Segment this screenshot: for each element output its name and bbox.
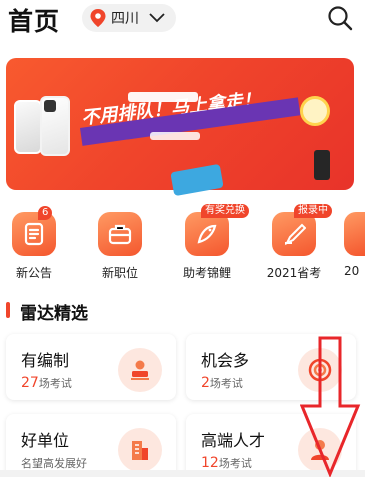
card-unit: 场考试 bbox=[38, 377, 72, 390]
section-accent-bar bbox=[6, 302, 10, 318]
more-icon bbox=[344, 212, 365, 256]
location-selector[interactable]: 四川 bbox=[82, 4, 176, 32]
quick-entry-label: 新职位 bbox=[101, 266, 138, 280]
card-unit: 场考试 bbox=[209, 377, 243, 390]
card-count: 12 bbox=[201, 455, 219, 471]
quick-entry-koi[interactable]: 有奖兑换 助考锦鲤 bbox=[177, 204, 249, 281]
radar-card-good-employer[interactable]: 好单位 名望高发展好 bbox=[6, 414, 176, 477]
card-count: 27 bbox=[21, 375, 39, 391]
quick-entry-new-announcements[interactable]: 6 新公告 bbox=[4, 206, 64, 281]
quick-entry-badge: 有奖兑换 bbox=[201, 204, 249, 218]
card-title: 机会多 bbox=[201, 351, 250, 370]
phone-camera bbox=[44, 100, 56, 112]
pen-nib-icon bbox=[272, 212, 316, 256]
card-title: 有编制 bbox=[21, 351, 70, 370]
coin-image bbox=[300, 96, 330, 126]
briefcase-icon bbox=[98, 212, 142, 256]
location-pin-icon bbox=[90, 9, 106, 27]
announcement-icon bbox=[12, 212, 56, 256]
koi-fish-icon bbox=[185, 212, 229, 256]
quick-entry-row: 6 新公告 新职位 有奖兑换 助考锦鲤 报录中 2021省考 20 bbox=[0, 200, 365, 290]
quick-entry-label: 2021省考 bbox=[266, 266, 322, 280]
building-icon bbox=[118, 428, 162, 472]
speaker-image bbox=[314, 150, 330, 180]
quick-entry-provincial-exam[interactable]: 报录中 2021省考 bbox=[264, 204, 332, 281]
search-icon[interactable] bbox=[326, 4, 354, 32]
header: 首页 四川 bbox=[0, 0, 365, 40]
quick-entry-label: 20 bbox=[344, 264, 360, 278]
card-title: 好单位 bbox=[21, 431, 70, 450]
quick-entry-label: 助考锦鲤 bbox=[182, 266, 231, 280]
stamp-icon bbox=[118, 348, 162, 392]
card-subtitle: 12场考试 bbox=[201, 455, 252, 471]
card-title: 高端人才 bbox=[201, 431, 266, 450]
phone-image bbox=[14, 100, 42, 154]
card-unit: 场考试 bbox=[218, 457, 252, 470]
card-subtitle: 2场考试 bbox=[201, 375, 243, 391]
card-subtitle: 27场考试 bbox=[21, 375, 72, 391]
radar-card-established[interactable]: 有编制 27场考试 bbox=[6, 334, 176, 400]
chevron-down-icon bbox=[149, 13, 165, 23]
quick-entry-badge: 报录中 bbox=[294, 204, 332, 218]
banner-redaction-2 bbox=[150, 132, 200, 140]
section-title: 雷达精选 bbox=[20, 304, 88, 324]
card-subtitle: 名望高发展好 bbox=[21, 457, 87, 470]
location-label: 四川 bbox=[111, 11, 139, 27]
quick-entry-more[interactable]: 20 bbox=[344, 212, 365, 278]
quick-entry-label: 新公告 bbox=[15, 266, 52, 280]
card-count: 2 bbox=[201, 375, 210, 391]
scroll-down-arrow-icon bbox=[300, 336, 361, 477]
page-title: 首页 bbox=[8, 7, 61, 36]
quick-entry-new-jobs[interactable]: 新职位 bbox=[90, 212, 150, 281]
